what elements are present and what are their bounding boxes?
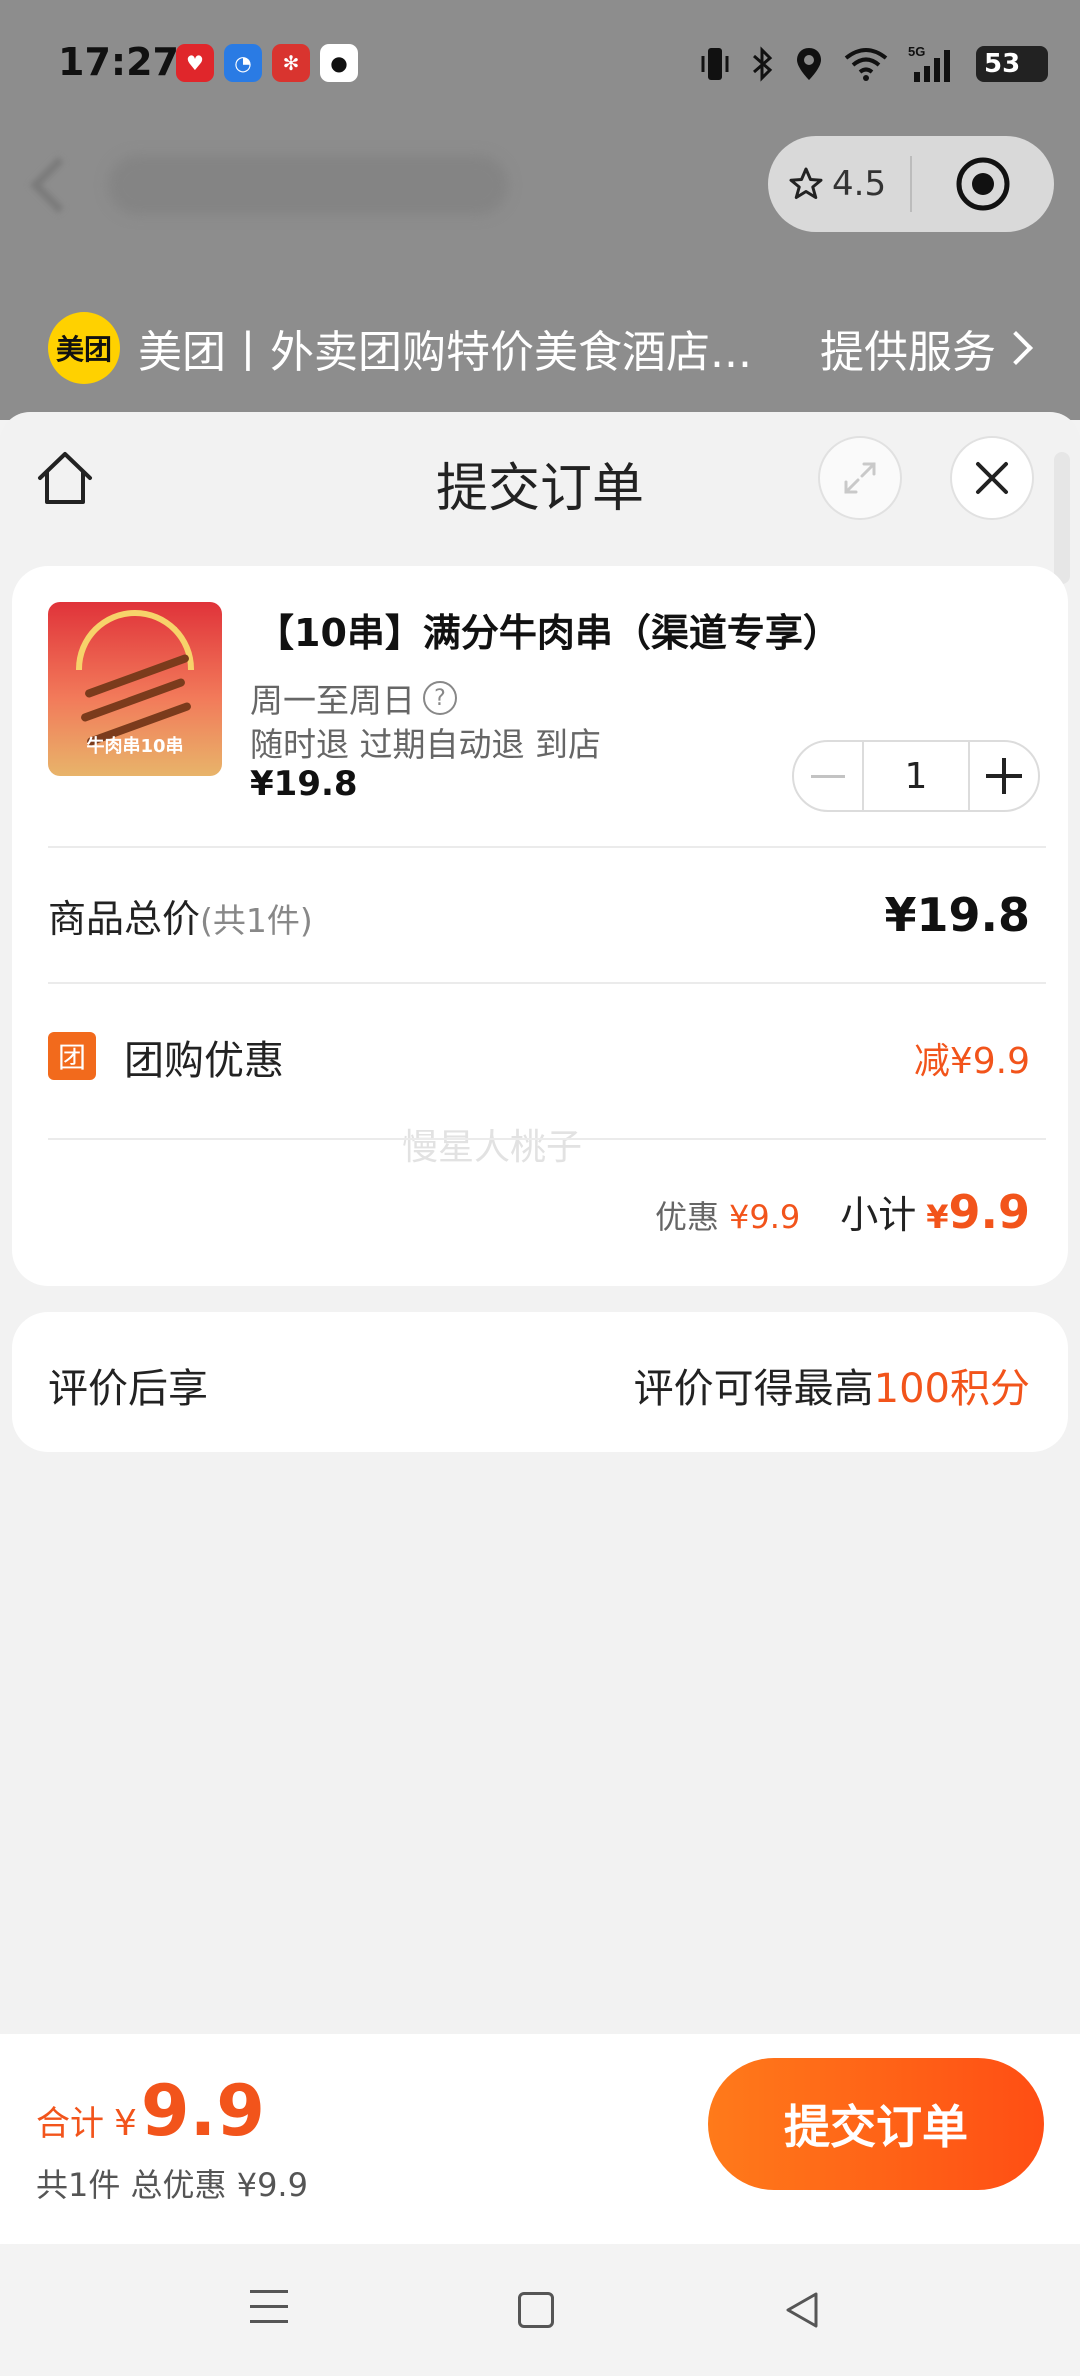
minus-icon	[811, 774, 845, 778]
subtotal-row: 优惠 ¥9.9 小计 ¥9.9	[655, 1184, 1030, 1239]
watermark: 慢星人桃子	[402, 1127, 583, 1168]
provider-name: 美团丨外卖团购特价美食酒店...	[138, 327, 752, 378]
close-button[interactable]	[950, 436, 1034, 520]
expand-icon	[844, 462, 876, 494]
grand-total: 合计 ¥ 9.9	[36, 2070, 265, 2152]
system-nav-bar	[0, 2244, 1080, 2376]
subtotal-amount: ¥9.9	[926, 1185, 1030, 1239]
group-buy-discount-label: 团购优惠	[124, 1038, 284, 1084]
target-icon	[956, 157, 1010, 211]
bluetooth-icon	[753, 46, 773, 82]
notification-icons: ♥ ◔ ✻ ●	[176, 44, 358, 82]
total-count: (共1件)	[200, 901, 313, 940]
review-reward-info: 评价可得最高100积分	[634, 1356, 1030, 1414]
battery-icon: 53	[976, 46, 1048, 82]
product-price: ¥19.8	[250, 764, 358, 804]
miniprogram-close-button[interactable]	[912, 156, 1054, 212]
back-icon	[29, 156, 87, 214]
chevron-right-icon	[999, 331, 1033, 365]
submit-order-button[interactable]: 提交订单	[708, 2058, 1044, 2190]
qq-icon: ●	[320, 44, 358, 82]
provider-service-label: 提供服务	[820, 327, 996, 378]
plus-icon	[986, 758, 1022, 794]
signal-icon: 5G	[908, 44, 950, 82]
location-icon	[797, 48, 821, 80]
back-triangle-icon[interactable]	[780, 2288, 824, 2332]
close-icon	[976, 462, 1008, 494]
divider	[48, 846, 1046, 848]
grand-total-summary: 共1件 总优惠 ¥9.9	[36, 2166, 308, 2204]
blurred-search-bar	[24, 148, 544, 222]
wifi-icon	[844, 48, 888, 81]
quantity-stepper: 1	[792, 740, 1040, 812]
battery-level: 53	[984, 49, 1021, 79]
status-time: 17:27	[58, 40, 179, 84]
review-reward-label: 评价后享	[48, 1366, 208, 1412]
product-validity: 周一至周日 ?	[250, 674, 457, 722]
help-icon[interactable]: ?	[423, 681, 457, 715]
increase-button[interactable]	[970, 742, 1038, 810]
page-title: 提交订单	[435, 459, 644, 519]
background-page: 17:27 ♥ ◔ ✻ ● 5G 53 4.5 美团 美团丨外卖团购特价美食酒店…	[0, 0, 1080, 420]
order-sheet: 提交订单 牛肉串10串 【10串】满分牛肉串（渠道专享） 周一至周日 ? 随时退…	[0, 412, 1080, 2036]
grand-total-label: 合计	[36, 2104, 104, 2144]
svg-text:5G: 5G	[908, 44, 925, 59]
pinduoduo-icon: ♥	[176, 44, 214, 82]
app-red-icon: ✻	[272, 44, 310, 82]
subtotal-value: 9.9	[948, 1185, 1031, 1239]
expand-button[interactable]	[818, 436, 902, 520]
divider	[48, 1138, 1046, 1140]
miniprogram-capsule: 4.5	[768, 136, 1054, 232]
checkout-bar: 合计 ¥ 9.9 共1件 总优惠 ¥9.9 提交订单	[0, 2034, 1080, 2244]
review-reward-card[interactable]: 评价后享 评价可得最高100积分	[12, 1312, 1068, 1452]
status-indicators: 5G 53	[700, 44, 1048, 84]
scrollbar[interactable]	[1054, 452, 1070, 584]
rating-value: 4.5	[832, 164, 887, 204]
total-price-value: ¥19.8	[884, 888, 1030, 942]
subtotal-label: 小计	[840, 1193, 917, 1237]
vibrate-icon	[701, 48, 729, 80]
decrease-button[interactable]	[794, 742, 862, 810]
product-validity-text: 周一至周日	[250, 681, 415, 720]
service-provider-bar[interactable]: 美团 美团丨外卖团购特价美食酒店... 提供服务	[48, 310, 1048, 386]
total-price-label: 商品总价	[48, 897, 201, 941]
review-reward-points: 100积分	[873, 1366, 1030, 1412]
star-icon	[789, 167, 823, 199]
product-image: 牛肉串10串	[48, 602, 222, 776]
divider	[48, 982, 1046, 984]
group-buy-badge: 团	[48, 1032, 96, 1080]
grand-total-amount: 9.9	[140, 2070, 265, 2152]
rating-button[interactable]: 4.5	[768, 164, 910, 204]
total-price-row: 商品总价(共1件)	[48, 888, 313, 943]
status-bar: 17:27 ♥ ◔ ✻ ● 5G 53	[0, 0, 1080, 130]
sheet-header: 提交订单	[0, 412, 1080, 584]
product-name: 【10串】满分牛肉串（渠道专享）	[256, 611, 841, 655]
menu-icon[interactable]	[250, 2290, 288, 2328]
order-card: 牛肉串10串 【10串】满分牛肉串（渠道专享） 周一至周日 ? 随时退 过期自动…	[12, 566, 1068, 1286]
subtotal-currency: ¥	[926, 1198, 949, 1236]
savings-label: 优惠	[654, 1198, 719, 1236]
app-blue-icon: ◔	[224, 44, 262, 82]
quantity-value[interactable]: 1	[862, 742, 970, 810]
group-buy-discount-value: 减¥9.9	[913, 1041, 1030, 1082]
review-reward-prefix: 评价可得最高	[633, 1366, 874, 1412]
grand-total-currency: ¥	[114, 2103, 137, 2144]
meituan-logo: 美团	[48, 312, 120, 384]
home-square-icon[interactable]	[518, 2292, 554, 2328]
savings-value: ¥9.9	[728, 1198, 801, 1236]
product-image-caption: 牛肉串10串	[86, 736, 184, 757]
product-terms: 随时退 过期自动退 到店	[250, 725, 601, 764]
search-bar	[108, 155, 508, 215]
